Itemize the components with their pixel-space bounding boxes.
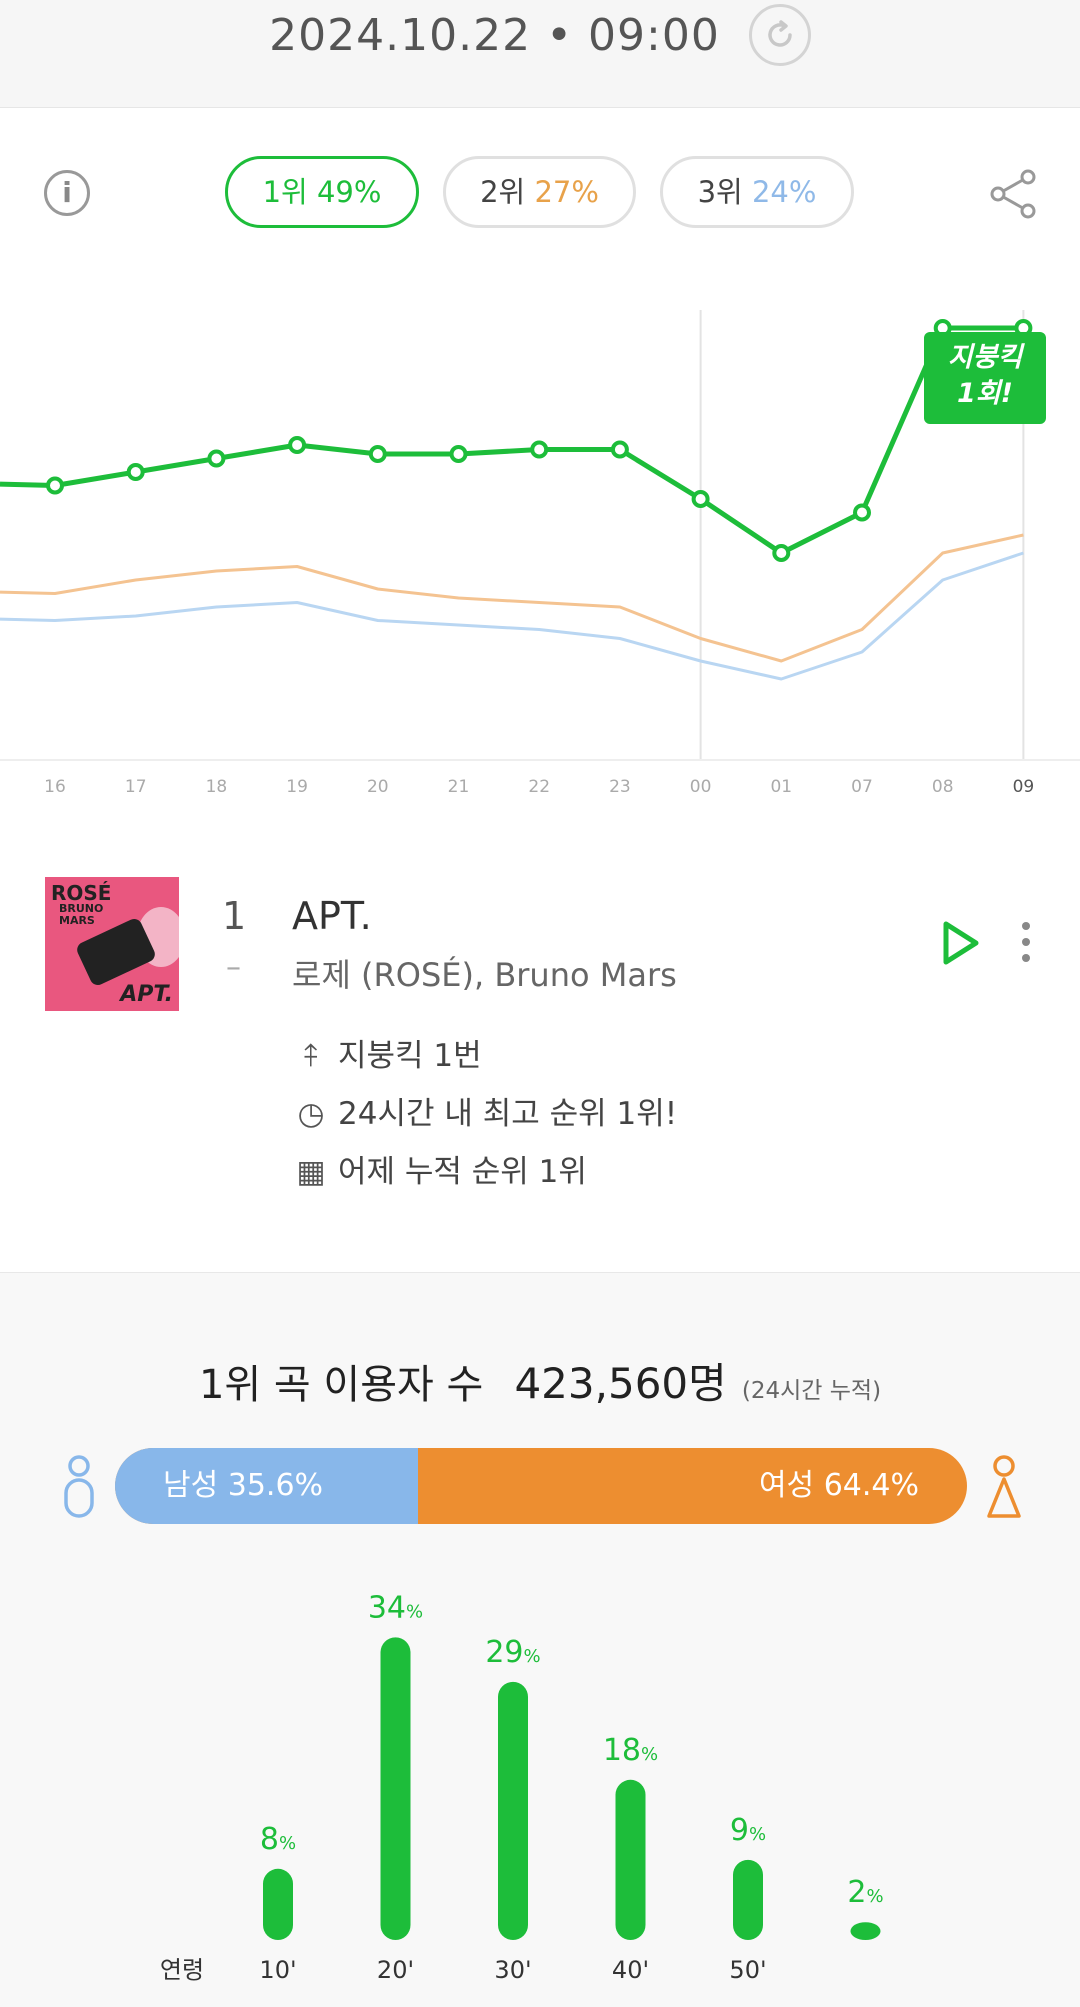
age-value-label: 9% (730, 1813, 766, 1848)
x-tick-label: 19 (286, 777, 308, 797)
age-distribution-chart: 연령 8% 10' 34% 20' 29% 30' 18% 40' 9% 50' 2% (160, 1590, 884, 1984)
gender-male-label: 남성 35.6% (163, 1468, 324, 1503)
age-bar (733, 1859, 763, 1940)
x-tick-label: 00 (690, 777, 712, 797)
age-value-label: 18% (603, 1733, 658, 1768)
age-value-label: 34% (368, 1590, 423, 1625)
listener-note: (24시간 누적) (741, 1378, 882, 1404)
data-point (207, 449, 226, 468)
feature-text: 지붕킥 1번 (338, 1038, 482, 1074)
tab-rank-pct: 49% (316, 175, 382, 209)
album-art-subtext: BRUNO MARS (59, 902, 104, 927)
x-tick-label: 16 (44, 777, 66, 797)
data-point (288, 436, 307, 454)
album-art-text: BRUNO MARS (59, 903, 103, 927)
female-icon (987, 1455, 1021, 1518)
more-dot (1022, 938, 1030, 946)
album-art-text: APT. (120, 982, 173, 1007)
more-dot (1022, 922, 1030, 930)
tab-rank-3[interactable]: 3위 24% (660, 156, 854, 228)
feature-text: 어제 누적 순위 1위 (338, 1154, 587, 1190)
age-value-label: 8% (260, 1822, 296, 1857)
x-tick-label: 08 (932, 777, 954, 797)
rank-change: – (226, 950, 241, 985)
calendar-icon: ▦ (296, 1154, 326, 1190)
more-menu-button[interactable] (1022, 922, 1034, 970)
gender-female-label: 여성 64.4% (758, 1468, 919, 1503)
x-tick-label: 07 (851, 777, 873, 797)
age-bar (498, 1681, 528, 1940)
x-tick-label: 17 (125, 777, 147, 797)
tab-rank-2[interactable]: 2위 27% (443, 156, 636, 228)
listener-label: 1위 곡 이용자 수 (198, 1362, 484, 1408)
listener-count-row: 1위 곡 이용자 수 423,560명 (24시간 누적) (0, 1350, 1080, 1411)
x-tick-label: 18 (206, 777, 228, 797)
age-bar (263, 1868, 293, 1940)
age-category-label: 10' (259, 1956, 296, 1984)
data-point (772, 544, 791, 562)
feature-item: ⤉ 지붕킥 1번 (296, 1030, 482, 1075)
album-art[interactable]: ROSÉ BRUNO MARS APT. (45, 877, 179, 1011)
info-icon: i (62, 176, 72, 209)
rank-number: 1 (222, 894, 247, 938)
tab-rank-pct: 24% (751, 175, 817, 209)
series-line (0, 551, 1024, 681)
header: 2024.10.22 • 09:00 (0, 0, 1080, 108)
x-tick-label: 21 (448, 777, 470, 797)
age-axis-label: 연령 (160, 1956, 204, 1984)
play-icon (943, 921, 979, 965)
x-tick-label: 22 (528, 777, 550, 797)
age-value-label: 2% (847, 1875, 883, 1910)
tab-rank-1[interactable]: 1위 49% (225, 156, 419, 228)
x-tick-label: 01 (770, 777, 792, 797)
age-category-label: 40' (612, 1956, 649, 1984)
tab-rank-label: 2위 (480, 175, 526, 209)
annotation-text: 지붕킥 1회! (947, 342, 1023, 409)
rank-share-chart: 16 17 18 19 20 21 22 23 00 01 07 08 09 (0, 310, 1080, 797)
series-line (0, 325, 1024, 556)
age-bar (380, 1637, 411, 1940)
refresh-icon (768, 20, 792, 47)
song-title[interactable]: APT. (292, 894, 372, 938)
data-point (530, 440, 549, 459)
kick-icon: ⤉ (304, 1038, 318, 1074)
series-line (0, 533, 1024, 663)
share-icon (990, 169, 1036, 219)
age-value-label: 29% (485, 1635, 540, 1670)
listener-count: 423,560명 (514, 1359, 727, 1408)
feature-text: 24시간 내 최고 순위 1위! (338, 1096, 678, 1132)
age-category-label: 20' (377, 1956, 414, 1984)
share-button[interactable] (988, 168, 1040, 224)
x-tick-label: 09 (1013, 777, 1035, 797)
age-category-label: 50' (729, 1956, 766, 1984)
data-point (126, 463, 145, 481)
data-point (46, 476, 64, 495)
tab-rank-label: 3위 (697, 175, 743, 209)
timestamp-row: 2024.10.22 • 09:00 (0, 4, 1080, 66)
age-bar (615, 1779, 646, 1940)
more-dot (1022, 954, 1030, 962)
data-point (368, 445, 387, 463)
song-artist[interactable]: 로제 (ROSÉ), Bruno Mars (292, 950, 677, 996)
x-tick-label: 23 (609, 777, 631, 797)
data-point (449, 445, 468, 463)
age-bar (850, 1922, 881, 1940)
refresh-button[interactable] (748, 4, 811, 66)
data-point (691, 490, 710, 508)
annotation-badge: 지붕킥 1회! (924, 332, 1046, 424)
gender-ratio-bar: 남성 35.6% 여성 64.4% (115, 1448, 967, 1524)
info-button[interactable]: i (44, 170, 90, 216)
clock-icon: ◷ (297, 1096, 325, 1132)
data-point (610, 440, 629, 459)
tab-rank-label: 1위 (262, 175, 308, 209)
male-icon (64, 1455, 94, 1518)
feature-item: ◷ 24시간 내 최고 순위 1위! (296, 1088, 677, 1133)
age-category-label: 30' (494, 1956, 531, 1984)
feature-item: ▦ 어제 누적 순위 1위 (296, 1146, 587, 1191)
data-point (853, 503, 871, 522)
tab-rank-pct: 27% (534, 175, 599, 209)
x-tick-label: 20 (367, 777, 389, 797)
timestamp: 2024.10.22 • 09:00 (269, 9, 720, 61)
play-button[interactable] (938, 918, 984, 972)
